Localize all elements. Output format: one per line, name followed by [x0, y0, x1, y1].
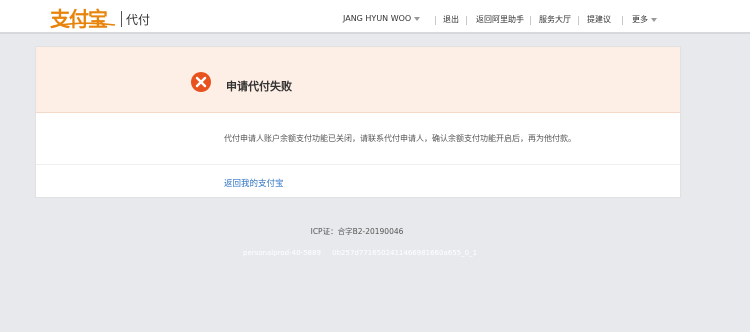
- suggest-link[interactable]: 提建议: [587, 14, 611, 25]
- icp-license: ICP证：合字B2-20190046: [310, 227, 404, 236]
- logout-link[interactable]: 退出: [443, 14, 459, 25]
- chevron-down-icon: [414, 16, 421, 21]
- server-id: personalprod-40-5889: [243, 249, 321, 257]
- result-card: 申请代付失败 代付申请人账户余额支付功能已关闭，请联系代付申请人，确认余额支付功…: [35, 46, 681, 198]
- divider: [36, 164, 680, 165]
- result-title: 申请代付失败: [226, 80, 292, 93]
- user-name: JANG HYUN WOO: [343, 14, 412, 23]
- chevron-down-icon: [651, 17, 657, 22]
- back-to-alipay-link[interactable]: 返回我的支付宝: [224, 177, 284, 189]
- result-message: 代付申请人账户余额支付功能已关闭，请联系代付申请人，确认余额支付功能开启后，再为…: [224, 134, 576, 143]
- more-label: 更多: [632, 15, 648, 24]
- trace-id: 0b257d7716502411466981660a655_0_1: [332, 249, 478, 257]
- nav-divider: [435, 16, 436, 25]
- result-header: 申请代付失败: [36, 47, 680, 113]
- back-helper-link[interactable]: 返回阿里助手: [476, 14, 524, 25]
- nav-divider: [466, 16, 467, 25]
- server-trace: personalprod-40-5889 0b257d7716502411466…: [243, 249, 486, 257]
- logo-divider: [121, 11, 122, 27]
- user-menu[interactable]: JANG HYUN WOO: [343, 14, 421, 23]
- logo-swoosh-icon: [52, 22, 116, 27]
- top-bar: 支付宝 代付 JANG HYUN WOO 退出 返回阿里助手 服务大厅 提建议 …: [0, 0, 750, 34]
- nav-divider: [622, 16, 623, 25]
- service-hall-link[interactable]: 服务大厅: [539, 14, 571, 25]
- error-icon: [191, 72, 211, 92]
- more-menu[interactable]: 更多: [632, 14, 657, 25]
- nav-divider: [578, 16, 579, 25]
- alipay-logo[interactable]: 支付宝: [50, 3, 120, 31]
- nav-divider: [530, 16, 531, 25]
- product-name: 代付: [126, 13, 151, 27]
